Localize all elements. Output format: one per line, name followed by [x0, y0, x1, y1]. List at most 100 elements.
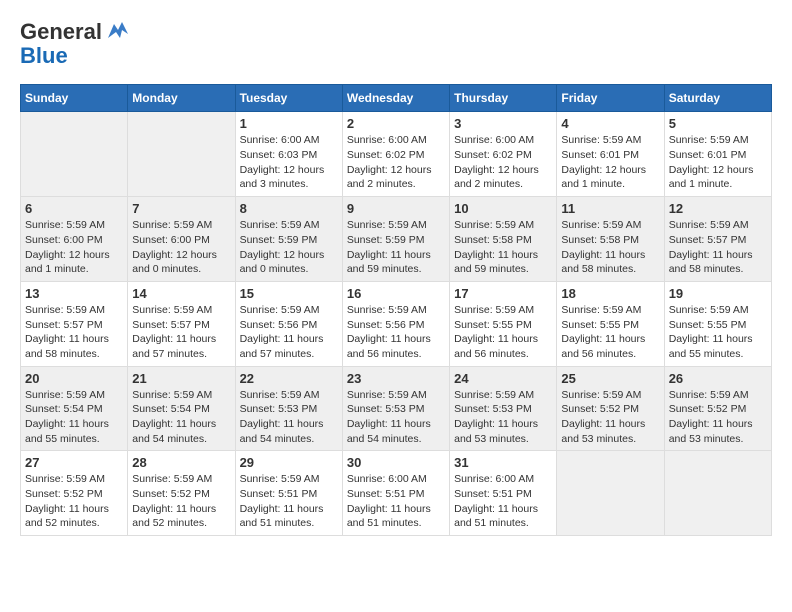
calendar-cell: 7 Sunrise: 5:59 AM Sunset: 6:00 PM Daylig…: [128, 197, 235, 282]
day-number: 1: [240, 116, 338, 131]
day-number: 4: [561, 116, 659, 131]
day-info: Sunrise: 6:00 AM Sunset: 6:02 PM Dayligh…: [347, 133, 445, 192]
day-info: Sunrise: 5:59 AM Sunset: 5:53 PM Dayligh…: [240, 388, 338, 447]
calendar-week-row: 27 Sunrise: 5:59 AM Sunset: 5:52 PM Dayli…: [21, 451, 772, 536]
day-number: 11: [561, 201, 659, 216]
calendar-header-monday: Monday: [128, 85, 235, 112]
calendar-cell: 21 Sunrise: 5:59 AM Sunset: 5:54 PM Dayli…: [128, 366, 235, 451]
calendar-cell: 29 Sunrise: 5:59 AM Sunset: 5:51 PM Dayli…: [235, 451, 342, 536]
day-info: Sunrise: 5:59 AM Sunset: 5:59 PM Dayligh…: [240, 218, 338, 277]
calendar-cell: 24 Sunrise: 5:59 AM Sunset: 5:53 PM Dayli…: [450, 366, 557, 451]
calendar-week-row: 20Sunrise: 5:59 AM Sunset: 5:54 PM Dayli…: [21, 366, 772, 451]
calendar-header-tuesday: Tuesday: [235, 85, 342, 112]
day-number: 7: [132, 201, 230, 216]
day-number: 8: [240, 201, 338, 216]
calendar-cell: 22 Sunrise: 5:59 AM Sunset: 5:53 PM Dayli…: [235, 366, 342, 451]
day-number: 26: [669, 371, 767, 386]
day-info: Sunrise: 5:59 AM Sunset: 5:54 PM Dayligh…: [132, 388, 230, 447]
calendar-cell: 12 Sunrise: 5:59 AM Sunset: 5:57 PM Dayli…: [664, 197, 771, 282]
logo: General Blue: [20, 20, 132, 68]
calendar-cell: 11Sunrise: 5:59 AM Sunset: 5:58 PM Dayli…: [557, 197, 664, 282]
calendar-cell: 5 Sunrise: 5:59 AM Sunset: 6:01 PM Daylig…: [664, 112, 771, 197]
calendar-cell: 17 Sunrise: 5:59 AM Sunset: 5:55 PM Dayli…: [450, 281, 557, 366]
logo-bird-icon: [104, 20, 132, 42]
day-number: 22: [240, 371, 338, 386]
day-info: Sunrise: 5:59 AM Sunset: 6:01 PM Dayligh…: [669, 133, 767, 192]
day-info: Sunrise: 6:00 AM Sunset: 6:03 PM Dayligh…: [240, 133, 338, 192]
calendar-cell: 23 Sunrise: 5:59 AM Sunset: 5:53 PM Dayli…: [342, 366, 449, 451]
day-info: Sunrise: 5:59 AM Sunset: 5:57 PM Dayligh…: [669, 218, 767, 277]
day-info: Sunrise: 5:59 AM Sunset: 6:00 PM Dayligh…: [132, 218, 230, 277]
day-number: 16: [347, 286, 445, 301]
calendar-week-row: 1 Sunrise: 6:00 AM Sunset: 6:03 PM Daylig…: [21, 112, 772, 197]
day-number: 21: [132, 371, 230, 386]
logo-blue: Blue: [20, 43, 68, 68]
calendar-cell: 8 Sunrise: 5:59 AM Sunset: 5:59 PM Daylig…: [235, 197, 342, 282]
calendar-cell: [128, 112, 235, 197]
calendar-cell: 1 Sunrise: 6:00 AM Sunset: 6:03 PM Daylig…: [235, 112, 342, 197]
calendar-cell: 26 Sunrise: 5:59 AM Sunset: 5:52 PM Dayli…: [664, 366, 771, 451]
day-number: 9: [347, 201, 445, 216]
day-info: Sunrise: 5:59 AM Sunset: 5:55 PM Dayligh…: [561, 303, 659, 362]
day-number: 2: [347, 116, 445, 131]
calendar-header-thursday: Thursday: [450, 85, 557, 112]
day-info: Sunrise: 5:59 AM Sunset: 5:52 PM Dayligh…: [25, 472, 123, 531]
day-info: Sunrise: 5:59 AM Sunset: 5:56 PM Dayligh…: [347, 303, 445, 362]
day-number: 19: [669, 286, 767, 301]
day-number: 6: [25, 201, 123, 216]
day-number: 5: [669, 116, 767, 131]
calendar-header-friday: Friday: [557, 85, 664, 112]
logo-text: General Blue: [20, 20, 132, 68]
calendar-cell: [664, 451, 771, 536]
calendar-body: 1 Sunrise: 6:00 AM Sunset: 6:03 PM Daylig…: [21, 112, 772, 536]
day-info: Sunrise: 5:59 AM Sunset: 5:52 PM Dayligh…: [669, 388, 767, 447]
day-info: Sunrise: 5:59 AM Sunset: 5:51 PM Dayligh…: [240, 472, 338, 531]
calendar-header-row: SundayMondayTuesdayWednesdayThursdayFrid…: [21, 85, 772, 112]
calendar-cell: 9 Sunrise: 5:59 AM Sunset: 5:59 PM Daylig…: [342, 197, 449, 282]
day-number: 29: [240, 455, 338, 470]
calendar-cell: 18Sunrise: 5:59 AM Sunset: 5:55 PM Dayli…: [557, 281, 664, 366]
calendar-cell: 3Sunrise: 6:00 AM Sunset: 6:02 PM Daylig…: [450, 112, 557, 197]
day-info: Sunrise: 5:59 AM Sunset: 5:59 PM Dayligh…: [347, 218, 445, 277]
calendar-cell: 15 Sunrise: 5:59 AM Sunset: 5:56 PM Dayli…: [235, 281, 342, 366]
day-number: 28: [132, 455, 230, 470]
day-info: Sunrise: 6:00 AM Sunset: 6:02 PM Dayligh…: [454, 133, 552, 192]
day-info: Sunrise: 6:00 AM Sunset: 5:51 PM Dayligh…: [454, 472, 552, 531]
day-number: 15: [240, 286, 338, 301]
day-info: Sunrise: 5:59 AM Sunset: 5:56 PM Dayligh…: [240, 303, 338, 362]
day-info: Sunrise: 5:59 AM Sunset: 5:55 PM Dayligh…: [454, 303, 552, 362]
day-number: 13: [25, 286, 123, 301]
calendar-cell: 2 Sunrise: 6:00 AM Sunset: 6:02 PM Daylig…: [342, 112, 449, 197]
day-info: Sunrise: 5:59 AM Sunset: 5:58 PM Dayligh…: [454, 218, 552, 277]
day-number: 23: [347, 371, 445, 386]
day-info: Sunrise: 5:59 AM Sunset: 5:57 PM Dayligh…: [25, 303, 123, 362]
day-info: Sunrise: 5:59 AM Sunset: 5:54 PM Dayligh…: [25, 388, 123, 447]
day-info: Sunrise: 5:59 AM Sunset: 6:01 PM Dayligh…: [561, 133, 659, 192]
day-info: Sunrise: 5:59 AM Sunset: 5:53 PM Dayligh…: [454, 388, 552, 447]
calendar-cell: [21, 112, 128, 197]
calendar-cell: [557, 451, 664, 536]
day-info: Sunrise: 5:59 AM Sunset: 5:52 PM Dayligh…: [561, 388, 659, 447]
calendar-cell: 28Sunrise: 5:59 AM Sunset: 5:52 PM Dayli…: [128, 451, 235, 536]
day-info: Sunrise: 5:59 AM Sunset: 5:55 PM Dayligh…: [669, 303, 767, 362]
calendar-cell: 25Sunrise: 5:59 AM Sunset: 5:52 PM Dayli…: [557, 366, 664, 451]
calendar-cell: 10 Sunrise: 5:59 AM Sunset: 5:58 PM Dayli…: [450, 197, 557, 282]
day-number: 17: [454, 286, 552, 301]
calendar-cell: 27 Sunrise: 5:59 AM Sunset: 5:52 PM Dayli…: [21, 451, 128, 536]
day-number: 24: [454, 371, 552, 386]
calendar-cell: 16 Sunrise: 5:59 AM Sunset: 5:56 PM Dayli…: [342, 281, 449, 366]
day-number: 27: [25, 455, 123, 470]
day-number: 30: [347, 455, 445, 470]
day-number: 12: [669, 201, 767, 216]
calendar-week-row: 13 Sunrise: 5:59 AM Sunset: 5:57 PM Dayli…: [21, 281, 772, 366]
day-number: 10: [454, 201, 552, 216]
calendar-cell: 14Sunrise: 5:59 AM Sunset: 5:57 PM Dayli…: [128, 281, 235, 366]
page-header: General Blue: [20, 20, 772, 68]
calendar-header-sunday: Sunday: [21, 85, 128, 112]
calendar-cell: 19 Sunrise: 5:59 AM Sunset: 5:55 PM Dayli…: [664, 281, 771, 366]
day-info: Sunrise: 5:59 AM Sunset: 5:53 PM Dayligh…: [347, 388, 445, 447]
calendar-cell: 30 Sunrise: 6:00 AM Sunset: 5:51 PM Dayli…: [342, 451, 449, 536]
day-info: Sunrise: 6:00 AM Sunset: 5:51 PM Dayligh…: [347, 472, 445, 531]
calendar-header-wednesday: Wednesday: [342, 85, 449, 112]
day-info: Sunrise: 5:59 AM Sunset: 5:57 PM Dayligh…: [132, 303, 230, 362]
